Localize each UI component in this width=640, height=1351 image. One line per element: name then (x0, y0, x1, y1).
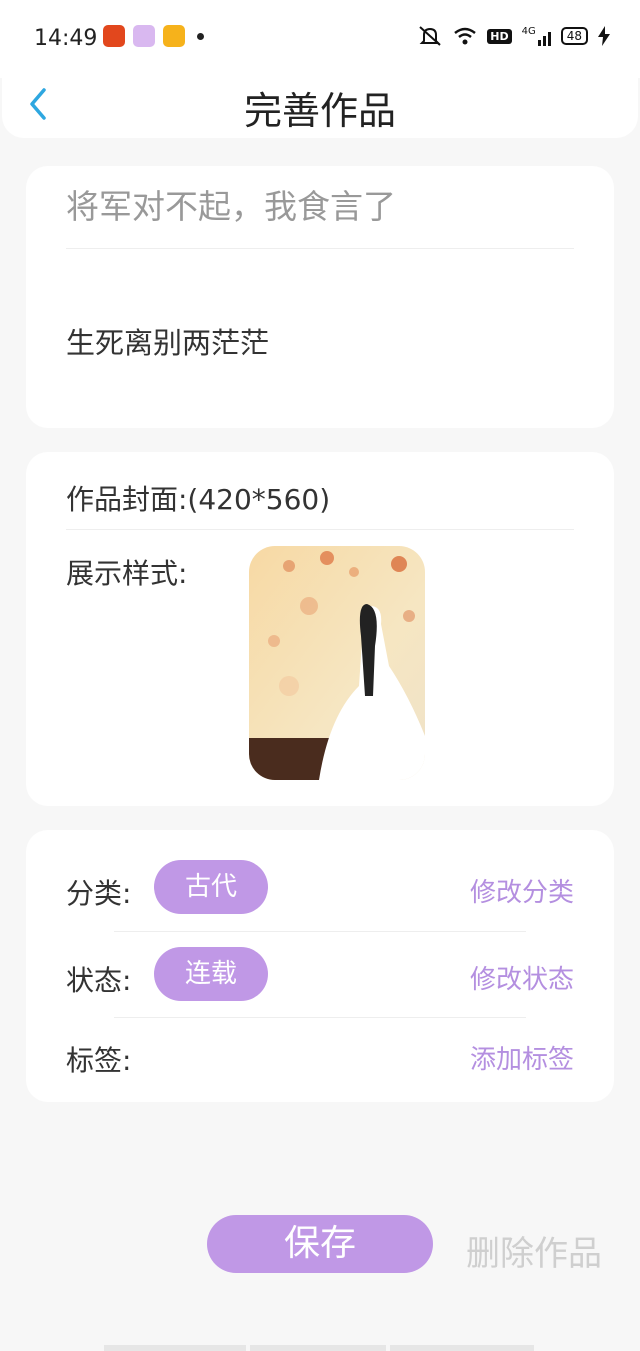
signal-icon: 4G (522, 26, 551, 46)
weibo-icon (163, 25, 185, 47)
hd-icon: HD (487, 28, 512, 44)
tags-label: 标签: (66, 1044, 132, 1077)
cover-image[interactable] (249, 546, 425, 780)
bottom-bar-segment (250, 1345, 386, 1351)
cover-card: 作品封面:(420*560) 展示样式: (26, 452, 614, 806)
status-label: 状态: (66, 964, 132, 997)
meta-card: 分类: 古代 修改分类 状态: 连载 修改状态 标签: 添加标签 (26, 830, 614, 1102)
app-purple-icon (133, 25, 155, 47)
wifi-icon (454, 27, 477, 45)
bottom-bar-segment (390, 1345, 534, 1351)
divider (114, 1017, 526, 1018)
system-icons: HD 4G 48 (417, 25, 610, 47)
divider (66, 529, 574, 530)
divider (66, 248, 574, 249)
work-title-field[interactable]: 将军对不起，我食言了 (66, 180, 396, 228)
notification-icons (103, 25, 204, 47)
more-notifications-dot (197, 32, 204, 40)
edit-status-button[interactable]: 修改状态 (470, 959, 574, 996)
edit-category-button[interactable]: 修改分类 (470, 872, 574, 909)
cover-label: 作品封面:(420*560) (66, 483, 331, 516)
status-bar: 14:49 HD 4G 48 (0, 0, 640, 78)
mute-bell-icon (419, 26, 441, 46)
bottom-bar-segment (104, 1345, 246, 1351)
cover-illustration (249, 546, 425, 780)
charging-icon (598, 26, 610, 46)
status-chip: 连载 (154, 947, 268, 1001)
save-button[interactable]: 保存 (207, 1215, 433, 1273)
work-subtitle-field[interactable]: 生死离别两茫茫 (66, 320, 269, 362)
add-tag-button[interactable]: 添加标签 (470, 1039, 574, 1076)
work-info-card: 将军对不起，我食言了 生死离别两茫茫 (26, 166, 614, 428)
display-style-label: 展示样式: (66, 557, 188, 590)
divider (114, 931, 526, 932)
status-time: 14:49 (34, 26, 98, 51)
app-red-icon (103, 25, 125, 47)
page-title: 完善作品 (243, 89, 396, 133)
network-type: 4G (521, 26, 536, 37)
category-chip: 古代 (154, 860, 268, 914)
navigation-bar: 完善作品 (2, 70, 638, 138)
category-label: 分类: (66, 877, 132, 910)
delete-work-button[interactable]: 删除作品 (466, 1226, 602, 1275)
battery-icon: 48 (560, 27, 588, 45)
